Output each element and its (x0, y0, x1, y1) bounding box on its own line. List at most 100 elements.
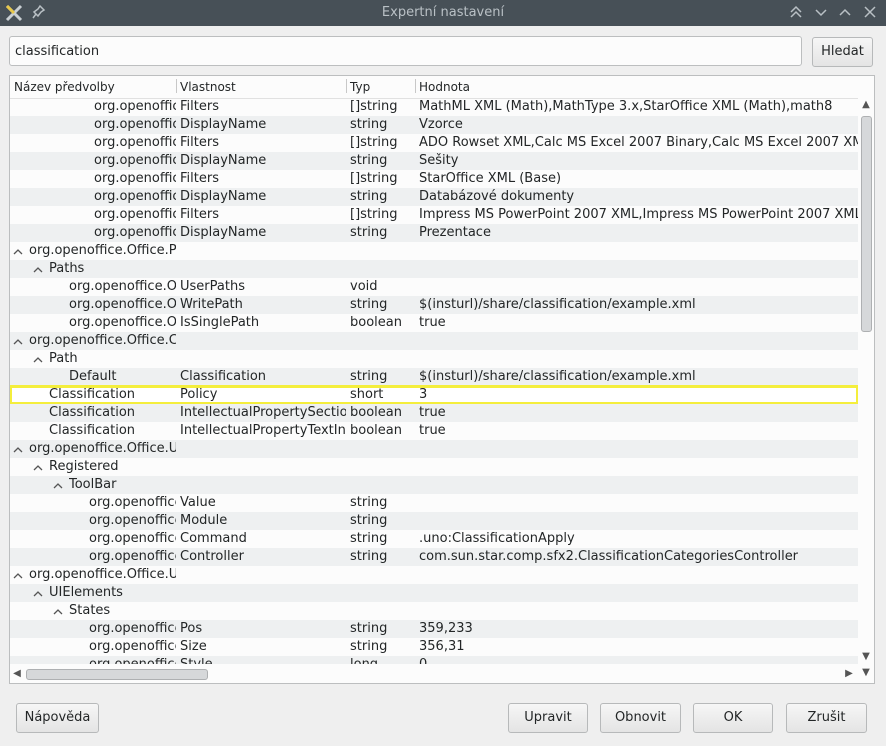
maximize-icon[interactable] (837, 4, 853, 24)
ok-button[interactable]: OK (693, 703, 773, 733)
table-row[interactable]: org.openoffice.Office.UI (10, 566, 858, 584)
cell-type: string (350, 369, 388, 384)
cell-property: Value (180, 495, 216, 510)
table-row[interactable]: org.openoffice. Pos string 359,233 (10, 620, 858, 638)
expand-toggle-icon[interactable] (32, 351, 44, 367)
column-header-name[interactable]: Název předvolby (14, 80, 115, 94)
horizontal-scroll-thumb[interactable] (26, 669, 208, 680)
cell-value: Prezentace (419, 225, 491, 240)
table-row[interactable]: org.openoffice. Filters []string ADO Rowset… (10, 134, 858, 152)
table-row[interactable]: org.openoffice. Controller string com.sun.s… (10, 548, 858, 566)
cell-name: Classification (49, 387, 136, 402)
table-row[interactable]: org.openoffice.Office.Pa (10, 242, 858, 260)
vertical-scrollbar[interactable]: ▲ ▼ (860, 98, 872, 664)
cell-value: true (419, 423, 446, 438)
table-row[interactable]: org.openoffice. Command string .uno:Classif… (10, 530, 858, 548)
table-row[interactable]: org.openoffice. DisplayName string Vzorce (10, 116, 858, 134)
column-header-property[interactable]: Vlastnost (180, 80, 236, 94)
table-row[interactable]: org.openoffice. Value string (10, 494, 858, 512)
table-row[interactable]: Classification IntellectualPropertyTextIn… (10, 422, 858, 440)
table-row[interactable]: UIElements (10, 584, 858, 602)
reset-button[interactable]: Obnovit (600, 703, 681, 733)
scroll-down-icon[interactable]: ▼ (860, 650, 872, 664)
cell-type: []string (350, 99, 398, 114)
vertical-scroll-thumb[interactable] (861, 116, 872, 332)
cell-type: string (350, 513, 388, 528)
cell-value: true (419, 315, 446, 330)
column-separator[interactable] (176, 79, 177, 93)
scroll-up-icon[interactable]: ▲ (860, 98, 872, 112)
table-row[interactable]: Path (10, 350, 858, 368)
search-button[interactable]: Hledat (812, 37, 873, 67)
scroll-left-icon[interactable]: ◀ (10, 667, 24, 681)
settings-tree[interactable]: Název předvolby Vlastnost Typ Hodnota or… (9, 75, 875, 684)
cell-value: $(insturl)/share/classification/example.… (419, 297, 696, 312)
table-row[interactable]: org.openoffice. Filters []string Impress MS… (10, 206, 858, 224)
table-row[interactable]: org.openoffice. DisplayName string Sešity (10, 152, 858, 170)
column-header-type[interactable]: Typ (350, 80, 370, 94)
cell-value: 359,233 (419, 621, 473, 636)
horizontal-scrollbar[interactable]: ◀ ▶ (10, 667, 858, 681)
keep-above-icon[interactable] (788, 4, 804, 24)
table-row[interactable]: States (10, 602, 858, 620)
vertical-scroll-track[interactable] (860, 112, 872, 650)
cell-property: WritePath (180, 297, 243, 312)
scroll-corner-down-icon[interactable]: ▼ (860, 667, 872, 681)
column-header-value[interactable]: Hodnota (419, 80, 470, 94)
expand-toggle-icon[interactable] (52, 477, 64, 493)
cell-type: boolean (350, 315, 402, 330)
cell-name: org.openoffice.Office.Co (29, 333, 176, 348)
table-row[interactable]: org.openoffice.Of UserPaths void (10, 278, 858, 296)
column-separator[interactable] (346, 79, 347, 93)
table-row[interactable]: Classification IntellectualPropertySectio… (10, 404, 858, 422)
window-title: Expertní nastavení (381, 5, 505, 20)
edit-button[interactable]: Upravit (508, 703, 588, 733)
cell-value: Impress MS PowerPoint 2007 XML,Impress M… (419, 207, 858, 222)
cell-type: string (350, 117, 388, 132)
help-button[interactable]: Nápověda (16, 703, 99, 733)
minimize-icon[interactable] (813, 4, 829, 24)
table-row[interactable]: org.openoffice.Of WritePath string $(instur… (10, 296, 858, 314)
cancel-button[interactable]: Zrušit (786, 703, 867, 733)
cell-property: Module (180, 513, 228, 528)
table-row[interactable]: Paths (10, 260, 858, 278)
expand-toggle-icon[interactable] (32, 459, 44, 475)
expand-toggle-icon[interactable] (52, 603, 64, 619)
cell-property: Filters (180, 135, 219, 150)
cell-name: Default (69, 369, 117, 384)
expand-toggle-icon[interactable] (32, 585, 44, 601)
table-row[interactable]: org.openoffice. DisplayName string Prezenta… (10, 224, 858, 242)
scroll-right-icon[interactable]: ▶ (842, 667, 856, 681)
table-row[interactable]: org.openoffice. Size string 356,31 (10, 638, 858, 656)
cell-name: org.openoffice. (94, 135, 176, 150)
table-row[interactable]: org.openoffice. Filters []string MathML XML… (10, 98, 858, 116)
cancel-button-label: Zrušit (807, 710, 846, 725)
cell-type: long (350, 656, 415, 664)
cell-property: DisplayName (180, 153, 267, 168)
cell-type: string (350, 531, 388, 546)
search-input[interactable] (9, 36, 802, 66)
cell-name: org.openoffice.Of (69, 315, 176, 330)
table-row[interactable]: org.openoffice.Office.Co (10, 332, 858, 350)
expand-toggle-icon[interactable] (12, 333, 24, 349)
table-row[interactable]: org.openoffice. DisplayName string Databázo… (10, 188, 858, 206)
cell-name: org.openoffice. (94, 99, 176, 114)
expand-toggle-icon[interactable] (12, 441, 24, 457)
table-row[interactable]: org.openoffice. Module string (10, 512, 858, 530)
expand-toggle-icon[interactable] (32, 261, 44, 277)
cell-value: Sešity (419, 153, 459, 168)
table-row[interactable]: ToolBar (10, 476, 858, 494)
close-icon[interactable] (862, 4, 878, 24)
table-row[interactable]: org.openoffice. Style long 0 (10, 656, 858, 664)
table-row[interactable]: org.openoffice. Filters []string StarOffice… (10, 170, 858, 188)
expand-toggle-icon[interactable] (12, 243, 24, 259)
table-row[interactable]: Default Classification string $(insturl)/sh… (10, 368, 858, 386)
table-row[interactable]: org.openoffice.Of IsSinglePath boolean true (10, 314, 858, 332)
table-row[interactable]: org.openoffice.Office.UI (10, 440, 858, 458)
cell-type: string (350, 639, 388, 654)
table-row-selected[interactable]: Classification Policy short 3 (10, 385, 858, 405)
column-separator[interactable] (415, 79, 416, 93)
table-row[interactable]: Registered (10, 458, 858, 476)
expand-toggle-icon[interactable] (12, 567, 24, 583)
cell-type: string (350, 225, 388, 240)
